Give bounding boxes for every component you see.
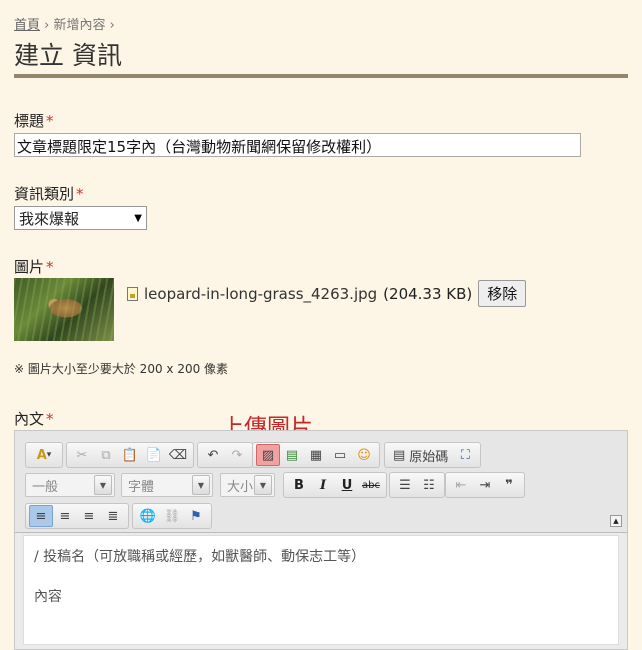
bulleted-list-icon[interactable]: ☷ — [417, 474, 441, 496]
image-size-note: ※ 圖片大小至少要大於 200 x 200 像素 — [14, 362, 229, 376]
align-justify-icon[interactable]: ≣ — [101, 505, 125, 527]
indent-icon[interactable]: ⇥ — [473, 474, 497, 496]
file-size: (204.33 KB) — [383, 284, 473, 303]
collapse-toolbar-button[interactable]: ▲ — [610, 515, 622, 527]
align-center-icon[interactable]: ≡ — [53, 505, 77, 527]
editor-content[interactable]: / 投稿名（可放職稱或經歷，如獸醫師、動保志工等） 內容 — [23, 535, 619, 645]
toolbar-group-links: 🌐 ⛓ ⚑ — [132, 503, 212, 529]
font-combo[interactable]: 字體 ▼ — [121, 473, 213, 497]
link-icon[interactable]: 🌐 — [136, 505, 160, 527]
chevron-down-icon: ▼ — [134, 212, 142, 224]
maximize-icon[interactable]: ⛶ — [453, 444, 477, 466]
content-author-line: / 投稿名（可放職稱或經歷，如獸醫師、動保志工等） — [34, 549, 366, 565]
page-title: 建立 資訊 — [14, 41, 122, 70]
chevron-down-icon: ▼ — [192, 475, 210, 495]
flash-icon[interactable]: ▤ — [280, 444, 304, 466]
format-combo-value: 一般 — [32, 479, 59, 495]
content-body-line: 內容 — [34, 589, 62, 605]
image-label-text: 圖片 — [14, 258, 45, 276]
image-upload-icon[interactable]: ▨ — [256, 444, 280, 466]
redo-icon[interactable]: ↷ — [225, 444, 249, 466]
paste-word-icon[interactable]: 📄 — [142, 444, 166, 466]
size-combo-value: 大小 — [227, 479, 254, 495]
body-label: 內文 * — [14, 408, 54, 429]
toolbar-group-indent: ⇤ ⇥ ❞ — [445, 472, 525, 498]
title-label: 標題 * — [14, 110, 54, 131]
toolbar-group-align: ≡ ≡ ≡ ≣ — [25, 503, 129, 529]
breadcrumb-separator: › — [44, 18, 50, 33]
category-selected-value: 我來爆報 — [19, 209, 80, 228]
anchor-flag-icon[interactable]: ⚑ — [184, 505, 208, 527]
unlink-icon[interactable]: ⛓ — [160, 505, 184, 527]
breadcrumb-home-link[interactable]: 首頁 — [14, 18, 40, 33]
dropdown-caret-icon: ▾ — [46, 450, 52, 460]
underline-button[interactable]: U — [335, 474, 359, 496]
toolbar-group-source: ▤ 原始碼 ⛶ — [384, 442, 482, 468]
title-divider — [14, 74, 628, 78]
required-mark: * — [46, 410, 54, 428]
editor-toolbar: A ▾ ✂ ⧉ 📋 📄 ⌫ ↶ ↷ ▨ ▤ ▦ ▭ ☺ ▤ 原始碼 ⛶ 一般 ▼… — [15, 431, 627, 533]
italic-button[interactable]: I — [311, 474, 335, 496]
category-select[interactable]: 我來爆報 ▼ — [14, 206, 147, 230]
title-input[interactable]: 文章標題限定15字內（台灣動物新聞網保留修改權利） — [14, 133, 581, 157]
breadcrumb: 首頁 › 新增內容 › — [14, 14, 115, 33]
undo-icon[interactable]: ↶ — [201, 444, 225, 466]
format-combo[interactable]: 一般 ▼ — [25, 473, 115, 497]
uploaded-file-row: leopard-in-long-grass_4263.jpg (204.33 K… — [127, 280, 527, 307]
remove-image-button[interactable]: 移除 — [478, 280, 527, 307]
image-label: 圖片 * — [14, 256, 54, 277]
source-label: 原始碼 — [409, 449, 449, 465]
breadcrumb-separator-trailing: › — [109, 18, 115, 33]
horizontal-rule-icon[interactable]: ▭ — [328, 444, 352, 466]
image-file-icon — [127, 286, 138, 301]
size-combo[interactable]: 大小 ▼ — [220, 473, 275, 497]
category-label-text: 資訊類別 — [14, 185, 75, 203]
outdent-icon[interactable]: ⇤ — [449, 474, 473, 496]
bold-button[interactable]: B — [287, 474, 311, 496]
numbered-list-icon[interactable]: ☰ — [393, 474, 417, 496]
source-icon: ▤ — [393, 447, 406, 463]
font-color-button[interactable]: A ▾ — [29, 444, 59, 466]
font-color-icon: A — [36, 447, 47, 463]
toolbar-group-clipboard: ✂ ⧉ 📋 📄 ⌫ — [66, 442, 194, 468]
align-left-icon[interactable]: ≡ — [29, 505, 53, 527]
body-label-text: 內文 — [14, 410, 45, 428]
required-mark: * — [76, 185, 84, 203]
rich-text-editor: A ▾ ✂ ⧉ 📋 📄 ⌫ ↶ ↷ ▨ ▤ ▦ ▭ ☺ ▤ 原始碼 ⛶ 一般 ▼… — [14, 430, 628, 650]
toolbar-group-insert: ▨ ▤ ▦ ▭ ☺ — [252, 442, 380, 468]
required-mark: * — [46, 258, 54, 276]
strikethrough-button[interactable]: abc — [359, 474, 383, 496]
copy-icon[interactable]: ⧉ — [94, 444, 118, 466]
category-label: 資訊類別 * — [14, 183, 84, 204]
chevron-down-icon: ▼ — [254, 475, 272, 495]
eraser-icon[interactable]: ⌫ — [166, 444, 190, 466]
smiley-icon[interactable]: ☺ — [352, 444, 376, 466]
toolbar-group-style: A ▾ — [25, 442, 63, 468]
cut-icon[interactable]: ✂ — [70, 444, 94, 466]
paste-icon[interactable]: 📋 — [118, 444, 142, 466]
image-thumbnail — [14, 278, 114, 341]
blockquote-icon[interactable]: ❞ — [497, 474, 521, 496]
toolbar-group-history: ↶ ↷ — [197, 442, 253, 468]
required-mark: * — [46, 112, 54, 130]
toolbar-group-basicstyles: B I U abc — [283, 472, 387, 498]
file-name-link[interactable]: leopard-in-long-grass_4263.jpg — [144, 285, 377, 303]
source-button[interactable]: ▤ 原始碼 — [388, 444, 453, 466]
breadcrumb-current: 新增內容 — [53, 18, 106, 33]
title-label-text: 標題 — [14, 112, 45, 130]
table-icon[interactable]: ▦ — [304, 444, 328, 466]
toolbar-group-lists: ☰ ☷ — [389, 472, 445, 498]
font-combo-value: 字體 — [128, 479, 155, 495]
chevron-down-icon: ▼ — [94, 475, 112, 495]
align-right-icon[interactable]: ≡ — [77, 505, 101, 527]
